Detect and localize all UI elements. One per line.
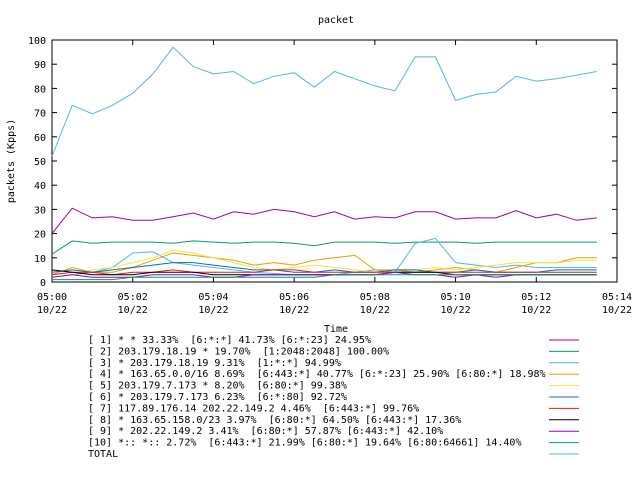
legend-label: [ 1] * * 33.33% [6:*:*] 41.73% [6:*:23] …: [88, 335, 371, 346]
x-tick-date: 10/22: [118, 305, 148, 316]
series-line-10: [52, 274, 597, 281]
legend-label: [ 2] 203.179.18.19 * 19.70% [1:2048:2048…: [88, 346, 389, 357]
y-tick-label: 80: [34, 84, 46, 95]
x-tick-date: 10/22: [360, 305, 390, 316]
y-tick-label: 70: [34, 109, 46, 120]
x-tick-time: 05:00: [37, 292, 67, 303]
x-tick-time: 05:02: [118, 292, 148, 303]
legend-label: [ 5] 203.179.7.173 * 8.20% [6:80:*] 99.3…: [88, 381, 347, 392]
legend-label: [ 6] * 203.179.7.173 6.23% [6:*:80] 92.7…: [88, 392, 347, 403]
y-tick-label: 30: [34, 205, 46, 216]
series-line-2: [51, 240, 597, 255]
x-tick-date: 10/22: [521, 305, 551, 316]
legend-label: [ 3] * 203.179.18.19 9.31% [1:*:*] 94.99…: [88, 358, 341, 369]
legend-label: [10] *:: *:: 2.72% [6:443:*] 21.99% [6:8…: [88, 438, 521, 449]
y-tick-label: 60: [34, 133, 46, 144]
legend-label: [ 9] * 202.22.149.2 3.41% [6:80:*] 57.87…: [88, 426, 443, 437]
x-tick-date: 10/22: [279, 305, 309, 316]
x-tick-date: 10/22: [441, 305, 471, 316]
y-tick-label: 0: [40, 278, 46, 289]
x-tick-date: 10/22: [602, 305, 632, 316]
legend-label: [ 4] * 163.65.0.0/16 8.69% [6:443:*] 40.…: [88, 369, 546, 380]
x-tick-date: 10/22: [198, 305, 228, 316]
legend-label: TOTAL: [88, 449, 118, 460]
y-tick-label: 10: [34, 254, 46, 265]
x-tick-time: 05:04: [198, 292, 228, 303]
chart: packet packets (Kpps) Time 0 10 20 30 40 50 60…: [6, 15, 632, 460]
x-tick-time: 05:06: [279, 292, 309, 303]
y-tick-label: 40: [34, 181, 46, 192]
x-tick-date: 10/22: [37, 305, 67, 316]
y-axis-label: packets (Kpps): [6, 119, 17, 203]
series-line-5: [51, 249, 597, 278]
legend-label: [ 8] * 163.65.158.0/23 3.97% [6:80:*] 64…: [88, 415, 461, 426]
y-tick-label: 100: [28, 36, 46, 47]
plot-area: [51, 39, 618, 283]
series-line-1: [51, 207, 597, 234]
x-tick-time: 05:08: [360, 292, 390, 303]
y-tick-label: 20: [34, 230, 46, 241]
series-line-11: [51, 46, 597, 157]
y-tick-label: 50: [34, 157, 46, 168]
x-tick-time: 05:10: [441, 292, 471, 303]
x-tick-time: 05:14: [602, 292, 632, 303]
y-tick-label: 90: [34, 60, 46, 71]
chart-title: packet: [318, 15, 354, 26]
x-axis-label: Time: [324, 324, 348, 335]
legend-label: [ 7] 117.89.176.14 202.22.149.2 4.46% [6…: [88, 403, 419, 414]
x-tick-time: 05:12: [521, 292, 551, 303]
